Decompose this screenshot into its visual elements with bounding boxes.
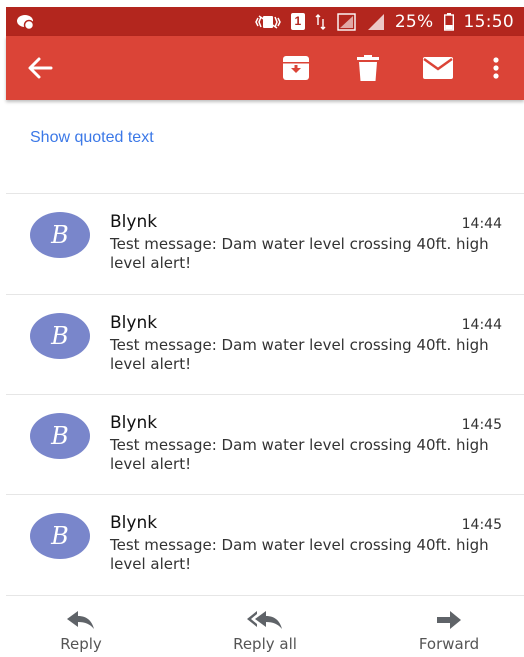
- sender-name: Blynk: [110, 212, 158, 232]
- status-bar: 1 25% 15:50: [6, 7, 524, 36]
- message-time: 14:44: [461, 216, 502, 232]
- delete-icon: [357, 55, 379, 81]
- reply-button[interactable]: Reply: [6, 596, 156, 653]
- notification-icon: [16, 14, 36, 30]
- avatar[interactable]: B: [30, 313, 90, 359]
- reply-label: Reply: [60, 635, 102, 653]
- show-quoted-text-link[interactable]: Show quoted text: [30, 129, 154, 147]
- reply-icon: [67, 611, 94, 629]
- delete-button[interactable]: [344, 36, 392, 100]
- message-time: 14:44: [461, 317, 502, 333]
- message-time: 14:45: [461, 417, 502, 433]
- data-arrows-icon: [315, 13, 327, 31]
- back-arrow-icon: [28, 57, 53, 79]
- avatar[interactable]: B: [30, 212, 90, 258]
- more-options-button[interactable]: [472, 36, 520, 100]
- vibrate-icon: [254, 14, 281, 30]
- message-body: Test message: Dam water level crossing 4…: [110, 436, 489, 473]
- reply-all-button[interactable]: Reply all: [190, 596, 340, 653]
- signal-icon-1: [337, 12, 357, 31]
- message-body: Test message: Dam water level crossing 4…: [110, 336, 489, 373]
- battery-icon: [443, 12, 454, 31]
- message-item[interactable]: B Blynk 14:45 Test message: Dam water le…: [6, 495, 524, 595]
- message-item[interactable]: B Blynk 14:45 Test message: Dam water le…: [6, 395, 524, 495]
- message-body: Test message: Dam water level crossing 4…: [110, 536, 489, 573]
- message-item[interactable]: B Blynk 14:44 Test message: Dam water le…: [6, 295, 524, 395]
- more-vert-icon: [493, 57, 499, 79]
- mark-unread-icon: [423, 57, 453, 79]
- back-button[interactable]: [16, 36, 64, 100]
- sender-name: Blynk: [110, 513, 158, 533]
- app-bar: [6, 36, 524, 100]
- message-body: Test message: Dam water level crossing 4…: [110, 235, 489, 272]
- sim-badge-icon: 1: [290, 13, 305, 30]
- message-item[interactable]: B Blynk 14:44 Test message: Dam water le…: [6, 194, 524, 294]
- sender-name: Blynk: [110, 313, 158, 333]
- sender-name: Blynk: [110, 413, 158, 433]
- message-time: 14:45: [461, 517, 502, 533]
- reply-all-icon: [247, 611, 282, 629]
- archive-button[interactable]: [272, 36, 320, 100]
- archive-icon: [283, 56, 309, 80]
- reply-all-label: Reply all: [233, 635, 297, 653]
- clock: 15:50: [463, 11, 514, 32]
- mark-unread-button[interactable]: [414, 36, 462, 100]
- signal-icon-2: [367, 13, 385, 31]
- bottom-action-bar: Reply Reply all Forward: [6, 596, 524, 657]
- forward-button[interactable]: Forward: [374, 596, 524, 653]
- battery-percent: 25%: [394, 11, 434, 32]
- forward-icon: [437, 611, 461, 629]
- forward-label: Forward: [418, 635, 480, 653]
- avatar[interactable]: B: [30, 513, 90, 559]
- avatar[interactable]: B: [30, 413, 90, 459]
